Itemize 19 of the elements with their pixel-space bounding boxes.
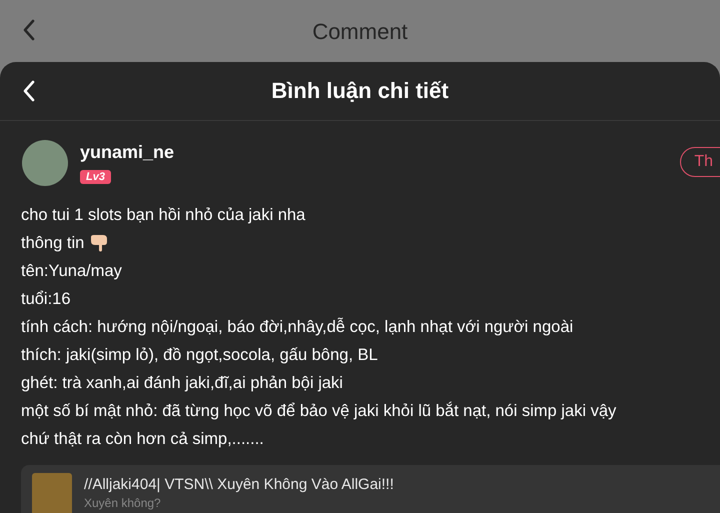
username: yunami_ne <box>80 142 174 162</box>
comment-text: một số bí mật nhỏ: đã từng học võ để bảo vệ jaki khỏi lũ bắt nạt, nói simp jaki vậy <box>21 400 616 422</box>
comment-text: cho tui 1 slots bạn hồi nhỏ của jaki nha <box>21 205 306 226</box>
page-title: Comment <box>312 18 408 45</box>
comment-text: thông tin <box>21 233 84 254</box>
comment-text: thích: jaki(simp lỏ), đồ ngọt,socola, gấu bông, BL <box>21 345 378 366</box>
action-button[interactable]: Th <box>680 147 720 177</box>
sheet-title: Bình luận chi tiết <box>271 78 449 104</box>
comment-text: ghét: trà xanh,ai đánh jaki,đĩ,ai phản bội jaki <box>21 373 343 394</box>
story-subtitle: Xuyên không? <box>84 496 162 510</box>
story-title: //Alljaki404| VTSN\\ Xuyên Không Vào AllGai!!! <box>84 476 394 493</box>
comment-text: tuổi:16 <box>21 289 71 310</box>
comment-text: chứ thật ra còn hơn cả simp,....... <box>21 429 264 450</box>
comment-text: tên:Yuna/may <box>21 261 122 282</box>
photo-placeholder <box>32 473 72 513</box>
story-card[interactable]: //Alljaki404| VTSN\\ Xuyên Không Vào AllGai!!! Xuyên không? <box>21 465 720 513</box>
avatar[interactable] <box>22 140 68 186</box>
comment-text: tính cách: hướng nội/ngoại, báo đời,nhây,dễ cọc, lạnh nhạt với người ngoài <box>21 316 574 338</box>
level-badge: Lv3 <box>80 170 111 184</box>
